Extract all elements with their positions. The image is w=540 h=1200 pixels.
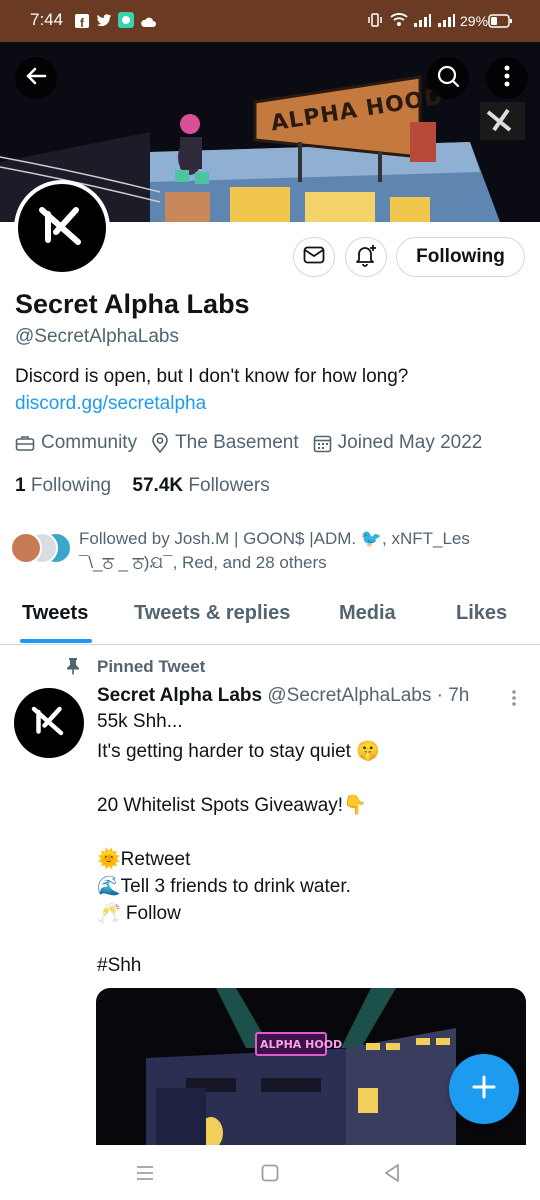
following-button[interactable]: Following — [396, 237, 525, 277]
tweet-hashtag[interactable]: #Shh — [97, 955, 141, 977]
plus-icon — [471, 1074, 497, 1105]
tweet-more-icon[interactable] — [511, 689, 517, 712]
location-icon — [151, 433, 169, 453]
mail-icon — [303, 246, 325, 269]
tweet-text-line: 🥂 Follow — [97, 903, 181, 924]
briefcase-icon — [15, 434, 35, 452]
tweet-text-line: It's getting harder to stay quiet 🤫 — [97, 741, 380, 762]
following-count: 1 — [15, 475, 26, 496]
tweet-avatar[interactable] — [14, 688, 84, 758]
facebook-icon: f — [75, 13, 89, 33]
image-sign: ALPHA HOOD — [260, 1038, 343, 1051]
profile-category: Community — [41, 432, 138, 453]
search-icon — [436, 64, 460, 93]
alpha-logo-icon — [38, 206, 86, 251]
tabs-divider — [0, 644, 540, 645]
followers-label: Followers — [188, 475, 270, 496]
bell-plus-icon — [354, 243, 378, 272]
vibrate-icon — [367, 12, 383, 33]
back-button[interactable] — [15, 57, 57, 99]
followers-stat[interactable]: 57.4K Followers — [132, 475, 269, 496]
avatar — [10, 532, 42, 564]
tweet-text-line: 🌊Tell 3 friends to drink water. — [97, 876, 351, 897]
more-vertical-icon — [504, 65, 510, 92]
profile-meta: Community The Basement Joined May 2022 — [15, 432, 482, 454]
tab-media[interactable]: Media — [339, 602, 396, 625]
followed-by-text[interactable]: Followed by Josh.M | GOON$ |ADM. 🐦, xNFT… — [79, 527, 470, 575]
more-options-button[interactable] — [486, 57, 528, 99]
status-bar: 7:44 f 29% — [0, 0, 540, 42]
wifi-icon — [390, 11, 408, 32]
follow-stats: 1 Following 57.4K Followers — [15, 475, 270, 497]
profile-handle: @SecretAlphaLabs — [15, 326, 179, 347]
search-button[interactable] — [427, 57, 469, 99]
profile-location: The Basement — [175, 432, 299, 453]
pin-icon — [66, 657, 80, 680]
following-label: Following — [30, 475, 112, 496]
tweet-text-line: 20 Whitelist Spots Giveaway!👇 — [97, 795, 367, 816]
alpha-logo-icon — [31, 706, 67, 741]
signal-icon — [437, 12, 455, 33]
arrow-left-icon — [25, 65, 47, 92]
profile-link[interactable]: discord.gg/secretalpha — [15, 393, 206, 415]
back-nav-icon[interactable] — [383, 1163, 401, 1188]
followers-count: 57.4K — [132, 475, 184, 496]
calendar-icon — [313, 434, 332, 453]
profile-bio: Discord is open, but I don't know for ho… — [15, 366, 409, 387]
profile-avatar[interactable] — [14, 180, 110, 276]
system-nav-bar — [0, 1145, 540, 1200]
tweet-text-line: 55k Shh... — [97, 711, 183, 732]
active-tab-indicator — [20, 639, 92, 643]
cloud-icon — [140, 13, 156, 33]
tweet-header: Secret Alpha Labs @SecretAlphaLabs · 7h — [97, 685, 469, 707]
home-icon[interactable] — [261, 1164, 279, 1187]
tab-tweets-replies[interactable]: Tweets & replies — [134, 602, 290, 625]
message-button[interactable] — [293, 237, 335, 277]
following-stat[interactable]: 1 Following — [15, 475, 111, 496]
menu-icon[interactable] — [136, 1165, 154, 1186]
tweet-author[interactable]: Secret Alpha Labs — [97, 685, 262, 706]
tweet-text-line: 🌞Retweet — [97, 849, 191, 870]
status-time: 7:44 — [30, 10, 64, 29]
messaging-icon — [118, 12, 134, 33]
tab-likes[interactable]: Likes — [456, 602, 507, 625]
pinned-label: Pinned Tweet — [97, 657, 206, 676]
signal-icon — [413, 12, 431, 33]
battery-percent: 29% — [460, 13, 489, 29]
profile-joined: Joined May 2022 — [337, 432, 483, 453]
followed-by-line: Followed by Josh.M | GOON$ |ADM. 🐦, xNFT… — [79, 529, 470, 548]
compose-tweet-button[interactable] — [449, 1054, 519, 1124]
tweet-handle-time: @SecretAlphaLabs · 7h — [267, 685, 470, 706]
profile-name: Secret Alpha Labs — [15, 289, 250, 319]
followed-by-avatars[interactable] — [10, 530, 74, 566]
tab-tweets[interactable]: Tweets — [22, 602, 88, 625]
notify-button[interactable] — [345, 237, 387, 277]
followed-by-line: ¯\_ਠ _ ਠ)ଯ¯, Red, and 28 others — [79, 553, 327, 572]
battery-icon — [488, 13, 514, 34]
twitter-icon — [96, 13, 112, 33]
